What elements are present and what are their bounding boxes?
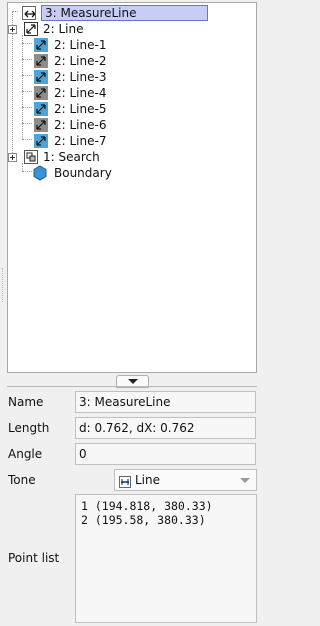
- tree-item-line-5[interactable]: 2: Line-5: [8, 101, 256, 117]
- tree-item-line-6[interactable]: 2: Line-6: [8, 117, 256, 133]
- tone-label: Tone: [8, 473, 36, 487]
- line-icon: [34, 118, 48, 132]
- tree-item-label: 2: Line-5: [54, 102, 107, 116]
- tree-item-label: 2: Line-2: [54, 54, 107, 68]
- tree-item-label: 2: Line-6: [54, 118, 107, 132]
- tree-item-line-1[interactable]: 2: Line-1: [8, 37, 256, 53]
- panel-divider: [7, 386, 257, 387]
- tree-item-label: 1: Search: [43, 150, 100, 164]
- tree-item-label: 2: Line-1: [54, 38, 107, 52]
- line-icon: [34, 38, 48, 52]
- tree-item-label: 2: Line: [43, 22, 84, 36]
- search-region-icon: [24, 150, 38, 164]
- tone-select[interactable]: Line: [114, 469, 257, 491]
- tree-item-line-7[interactable]: 2: Line-7: [8, 133, 256, 149]
- tree-item-line-4[interactable]: 2: Line-4: [8, 85, 256, 101]
- object-tree[interactable]: 3: MeasureLine 2: Line 2: Line-1 2: Line…: [7, 2, 257, 373]
- splitter-grip[interactable]: [2, 268, 5, 302]
- length-field[interactable]: d: 0.762, dX: 0.762: [75, 417, 256, 439]
- line-icon: [34, 102, 48, 116]
- expand-toggle[interactable]: [8, 153, 17, 162]
- name-label: Name: [8, 395, 44, 409]
- tree-item-label: 3: MeasureLine: [41, 5, 208, 21]
- pointlist-label: Point list: [8, 551, 60, 565]
- point-item: 1 (194.818, 380.33): [81, 499, 213, 513]
- length-label: Length: [8, 421, 50, 435]
- tree-item-line-3[interactable]: 2: Line-3: [8, 69, 256, 85]
- line-icon: [34, 54, 48, 68]
- tree-item-label: 2: Line-3: [54, 70, 107, 84]
- tree-item-boundary[interactable]: Boundary: [8, 165, 256, 181]
- tree-item-label: 2: Line-7: [54, 134, 107, 148]
- angle-field[interactable]: 0: [75, 443, 256, 465]
- line-icon: [34, 70, 48, 84]
- line-icon: [34, 86, 48, 100]
- tone-value: Line: [135, 473, 161, 487]
- line-icon: [34, 134, 48, 148]
- point-item: 2 (195.58, 380.33): [81, 513, 206, 527]
- tree-item-search[interactable]: 1: Search: [8, 149, 256, 165]
- tree-item-measureline[interactable]: 3: MeasureLine: [8, 5, 256, 21]
- expand-toggle[interactable]: [8, 25, 17, 34]
- line-group-icon: [24, 22, 38, 36]
- tree-item-label: 2: Line-4: [54, 86, 107, 100]
- name-field[interactable]: 3: MeasureLine: [75, 391, 256, 413]
- angle-label: Angle: [8, 447, 43, 461]
- tree-item-label: Boundary: [54, 166, 112, 180]
- tree-item-line-group[interactable]: 2: Line: [8, 21, 256, 37]
- tone-line-icon: [119, 474, 131, 488]
- hexagon-icon: [32, 165, 48, 181]
- pointlist-field[interactable]: 1 (194.818, 380.33) 2 (195.58, 380.33): [75, 494, 257, 623]
- measure-line-icon: [22, 6, 36, 20]
- chevron-down-icon: [240, 478, 250, 483]
- tree-item-line-2[interactable]: 2: Line-2: [8, 53, 256, 69]
